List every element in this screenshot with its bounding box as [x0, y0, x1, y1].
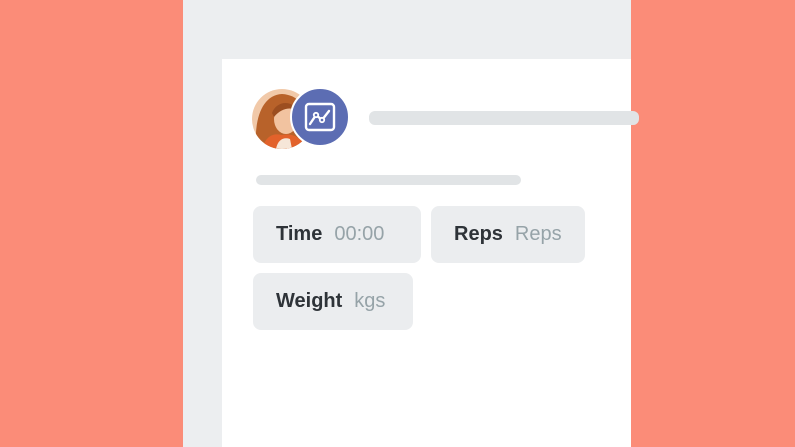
time-field[interactable]: Time 00:00: [253, 206, 421, 263]
line-chart-icon: [304, 102, 336, 132]
stats-badge: [290, 87, 350, 147]
time-value[interactable]: 00:00: [334, 223, 384, 246]
reps-label: Reps: [454, 223, 503, 245]
time-label: Time: [276, 223, 323, 245]
reps-value[interactable]: Reps: [515, 223, 562, 246]
weight-field[interactable]: Weight kgs: [253, 273, 413, 330]
title-placeholder: [369, 111, 639, 125]
weight-value[interactable]: kgs: [354, 290, 385, 313]
reps-field[interactable]: Reps Reps: [431, 206, 585, 263]
weight-label: Weight: [276, 290, 343, 312]
subtitle-placeholder: [256, 175, 521, 185]
